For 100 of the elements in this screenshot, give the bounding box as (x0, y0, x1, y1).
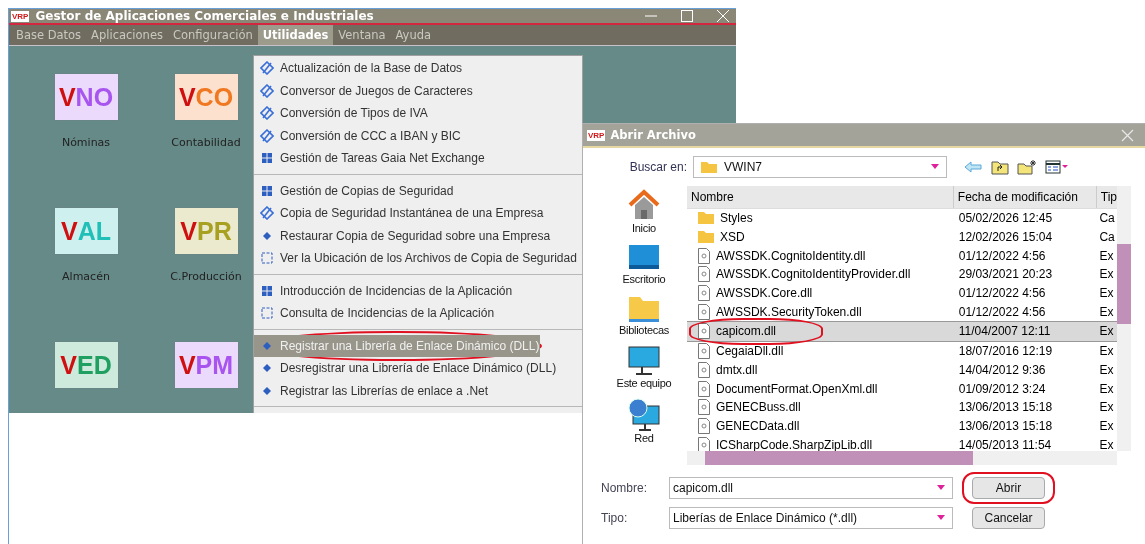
app-tile[interactable]: VAL (54, 208, 118, 254)
maximize-icon[interactable] (680, 9, 694, 23)
file-date: 01/12/2022 4:56 (958, 286, 1047, 301)
app-tile[interactable]: VED (54, 342, 118, 388)
file-icon (697, 323, 711, 340)
menu-item[interactable]: Gestión de Copias de Seguridad (254, 179, 582, 202)
place-item[interactable]: Escritorio (622, 243, 666, 285)
menu-item[interactable]: Conversión de Tipos de IVA (254, 102, 582, 125)
file-name: CegaiaDll.dll (716, 344, 784, 359)
file-name: ICSharpCode.SharpZipLib.dll (716, 437, 873, 452)
menu-item[interactable]: Gestión de Tareas Gaia Net Exchange (254, 147, 582, 170)
file-icon (697, 343, 711, 360)
file-name: XSD (720, 230, 745, 245)
menu-item[interactable]: Registrar las Librerías de enlace a .Net (254, 379, 582, 402)
column-header[interactable]: Nombre (687, 186, 954, 208)
file-date: 01/12/2022 4:56 (958, 248, 1047, 263)
folder-icon (627, 294, 661, 324)
pencil-icon (260, 83, 274, 98)
file-date: 13/06/2013 15:18 (958, 400, 1054, 415)
file-type: Ex (1099, 324, 1115, 339)
file-type-dropdown[interactable]: Liberías de Enlace Dinámico (*.dll) (669, 507, 953, 529)
open-button[interactable]: Abrir (972, 477, 1045, 499)
file-type-label: Tipo: (601, 511, 629, 525)
file-icon (697, 247, 711, 264)
dashed-square-icon (261, 252, 273, 265)
file-date: 12/02/2026 15:04 (958, 230, 1054, 245)
view-menu-icon[interactable] (1045, 160, 1069, 174)
bullet-icon (263, 231, 271, 240)
app-label: Nóminas (61, 136, 111, 149)
column-header[interactable]: Fecha de modificación (953, 186, 1097, 208)
menu-item[interactable]: Conversor de Juegos de Caracteres (254, 79, 582, 102)
place-item[interactable]: Este equipo (616, 345, 672, 389)
app-label: Almacén (62, 270, 110, 283)
file-date: 14/04/2012 9:36 (958, 362, 1047, 377)
menu-item[interactable]: Consulta de Incidencias de la Aplicación (254, 302, 582, 325)
file-type: Ca (1099, 211, 1116, 226)
file-name: AWSSDK.CognitoIdentityProvider.dll (716, 267, 911, 282)
file-name-label: Nombre: (601, 481, 648, 495)
file-row[interactable]: XSD 12/02/2026 15:04 Ca (687, 227, 1117, 247)
file-row[interactable]: CegaiaDll.dll 18/07/2016 12:19 Ex (687, 341, 1117, 361)
vertical-scrollbar[interactable] (1117, 186, 1131, 451)
new-folder-icon[interactable] (1017, 159, 1037, 175)
cancel-button[interactable]: Cancelar (972, 507, 1045, 529)
menu-item[interactable]: Introducción de Incidencias de la Aplicación (254, 279, 582, 302)
place-item[interactable]: Bibliotecas (619, 294, 669, 336)
file-name-field[interactable]: capicom.dll (669, 477, 953, 499)
file-row[interactable]: AWSSDK.Core.dll 01/12/2022 4:56 Ex (687, 283, 1117, 303)
app-tile[interactable]: VPM (174, 342, 238, 388)
file-row[interactable]: AWSSDK.CognitoIdentityProvider.dll 29/03/2021 20:23 Ex (687, 265, 1117, 284)
place-item[interactable]: Red (627, 398, 661, 444)
file-name: AWSSDK.CognitoIdentity.dll (716, 248, 866, 263)
grid-icon (261, 184, 273, 197)
file-row[interactable]: Styles 05/02/2026 12:45 Ca (687, 209, 1117, 228)
bullet-icon (263, 341, 271, 350)
grid-icon (261, 152, 273, 165)
file-date: 13/06/2013 15:18 (958, 418, 1054, 433)
file-row[interactable]: GENECBuss.dll 13/06/2013 15:18 Ex (687, 397, 1117, 417)
look-in-dropdown[interactable]: VWIN7 (693, 156, 947, 178)
app-label: C.Producción (170, 270, 242, 283)
file-date: 14/05/2013 11:54 (958, 437, 1053, 452)
up-folder-icon[interactable] (991, 159, 1009, 175)
back-arrow-icon[interactable] (963, 160, 983, 174)
file-row[interactable]: GENECData.dll 13/06/2013 15:18 Ex (687, 416, 1117, 436)
menu-item[interactable]: Conversión de CCC a IBAN y BIC (254, 124, 582, 147)
file-icon (697, 399, 711, 416)
menu-item[interactable]: Restaurar Copia de Seguridad sobre una Empresa (254, 224, 582, 247)
file-type: Ex (1099, 344, 1115, 359)
menu-item[interactable]: Ver la Ubicación de los Archivos de Copia de Seguridad (254, 247, 582, 270)
file-name: GENECData.dll (716, 418, 800, 433)
app-label: Contabilidad (171, 136, 241, 149)
look-in-label: Buscar en: (628, 160, 687, 174)
file-icon (697, 266, 711, 283)
menu-item[interactable]: Desregistrar una Librería de Enlace Dinámico (DLL) (254, 357, 582, 380)
file-icon (697, 303, 711, 320)
app-tile[interactable]: VPR (174, 208, 238, 254)
file-icon (697, 417, 711, 434)
file-name: AWSSDK.Core.dll (716, 286, 813, 301)
network-icon (627, 398, 661, 432)
file-row[interactable]: AWSSDK.CognitoIdentity.dll 01/12/2022 4:56 Ex (687, 246, 1117, 266)
horizontal-scrollbar[interactable] (687, 451, 1117, 465)
app-tile[interactable]: VNO (54, 74, 118, 120)
folder-icon (700, 160, 718, 174)
file-icon (697, 380, 711, 397)
menu-item[interactable]: Actualización de la Base de Datos (254, 57, 582, 80)
file-date: 01/12/2022 4:56 (958, 304, 1047, 319)
column-header[interactable]: Tip (1096, 186, 1117, 208)
close-icon[interactable] (1121, 128, 1134, 142)
file-type: Ex (1099, 248, 1115, 263)
file-row[interactable]: AWSSDK.SecurityToken.dll 01/12/2022 4:56 Ex (687, 302, 1117, 322)
menu-item[interactable]: Copia de Seguridad Instantánea de una Empresa (254, 202, 582, 225)
bullet-icon (263, 386, 271, 395)
file-row[interactable]: capicom.dll 11/04/2007 12:11 Ex (687, 321, 1117, 342)
file-row[interactable]: DocumentFormat.OpenXml.dll 01/09/2012 3:24 Ex (687, 379, 1117, 398)
app-logo: VRP (11, 10, 30, 22)
place-item[interactable]: Inicio (627, 188, 661, 234)
app-tile[interactable]: VCO (174, 74, 238, 120)
monitor-icon (627, 345, 661, 377)
file-type: Ex (1099, 286, 1115, 301)
file-name: Styles (720, 211, 753, 226)
file-row[interactable]: dmtx.dll 14/04/2012 9:36 Ex (687, 360, 1117, 380)
